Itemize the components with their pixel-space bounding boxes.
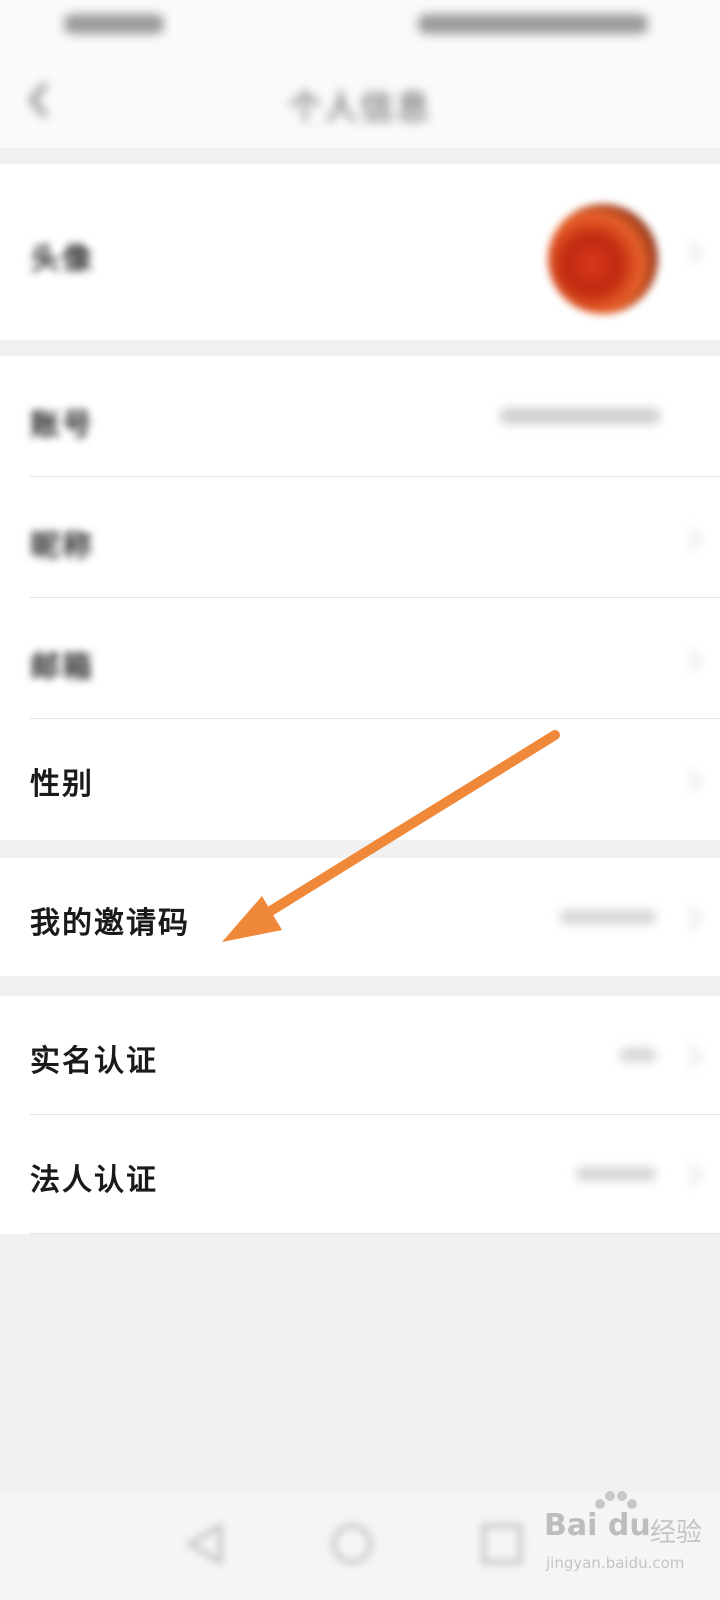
app-header: 个人信息 bbox=[0, 52, 720, 148]
triangle-back-icon[interactable] bbox=[176, 1514, 236, 1574]
invite-code-row[interactable]: 我的邀请码 bbox=[0, 858, 720, 976]
invite-code-row-label: 我的邀请码 bbox=[30, 906, 190, 941]
certification-group: 实名认证 法人认证 bbox=[0, 996, 720, 1234]
real-name-auth-value-placeholder bbox=[620, 1048, 656, 1062]
watermark: Bai du 经验 jingyan.baidu.com bbox=[540, 1488, 720, 1588]
real-name-auth-row-label: 实名认证 bbox=[30, 1044, 158, 1079]
status-bar bbox=[0, 0, 720, 52]
chevron-right-icon bbox=[678, 648, 702, 672]
watermark-cn: 经验 bbox=[650, 1518, 703, 1548]
avatar-group: 头像 bbox=[0, 164, 720, 340]
square-recents-icon[interactable] bbox=[472, 1514, 532, 1574]
watermark-brand: Bai du bbox=[544, 1508, 651, 1543]
account-row-label: 账号 bbox=[30, 408, 94, 443]
real-name-auth-row[interactable]: 实名认证 bbox=[0, 996, 720, 1114]
account-value-placeholder bbox=[500, 408, 660, 424]
screen: 个人信息 头像 账号 昵称 邮箱 性别 我的邀请码 实名认证 法人认证 Bai … bbox=[0, 0, 720, 1600]
chevron-right-icon bbox=[678, 769, 702, 793]
circle-home-icon[interactable] bbox=[322, 1514, 382, 1574]
avatar-row[interactable]: 头像 bbox=[0, 164, 720, 340]
account-group: 账号 昵称 邮箱 性别 bbox=[0, 356, 720, 840]
gender-row-label: 性别 bbox=[30, 767, 94, 802]
email-row-label: 邮箱 bbox=[30, 650, 94, 685]
legal-person-auth-value-placeholder bbox=[576, 1167, 656, 1181]
divider bbox=[30, 1233, 720, 1234]
email-row[interactable]: 邮箱 bbox=[0, 598, 720, 718]
status-right bbox=[418, 14, 648, 34]
legal-person-auth-row-label: 法人认证 bbox=[30, 1163, 158, 1198]
nickname-row[interactable]: 昵称 bbox=[0, 477, 720, 597]
watermark-url: jingyan.baidu.com bbox=[546, 1554, 685, 1572]
avatar bbox=[548, 204, 658, 314]
nickname-row-label: 昵称 bbox=[30, 529, 94, 564]
chevron-right-icon bbox=[678, 906, 702, 930]
legal-person-auth-row[interactable]: 法人认证 bbox=[0, 1115, 720, 1233]
page-title: 个人信息 bbox=[288, 88, 432, 128]
chevron-right-icon bbox=[678, 240, 702, 264]
avatar-row-label: 头像 bbox=[30, 242, 94, 277]
chevron-right-icon bbox=[678, 527, 702, 551]
invite-group: 我的邀请码 bbox=[0, 858, 720, 976]
account-row[interactable]: 账号 bbox=[0, 356, 720, 476]
gender-row[interactable]: 性别 bbox=[0, 719, 720, 839]
invite-code-value-placeholder bbox=[560, 910, 656, 924]
chevron-right-icon bbox=[678, 1044, 702, 1068]
chevron-right-icon bbox=[678, 1163, 702, 1187]
status-left bbox=[64, 14, 164, 34]
